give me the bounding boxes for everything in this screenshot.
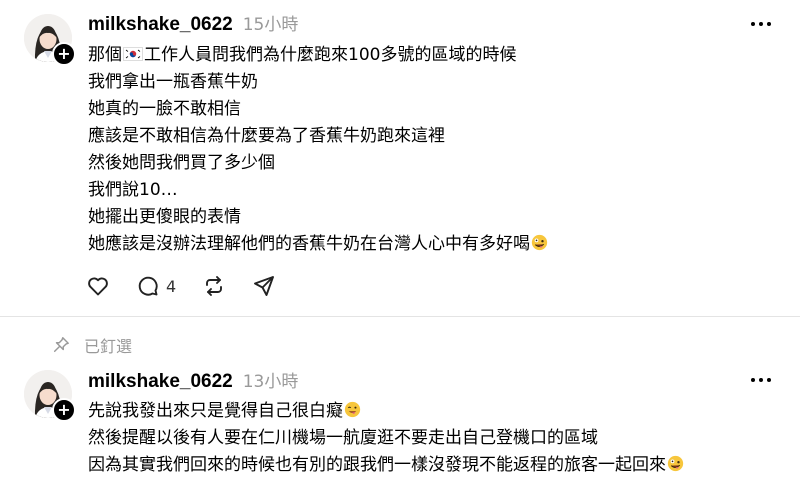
more-icon[interactable] xyxy=(746,370,776,390)
more-icon[interactable] xyxy=(746,14,776,34)
post-line: 她真的一臉不敢相信 xyxy=(88,99,241,119)
like-button[interactable] xyxy=(86,274,110,298)
pin-icon xyxy=(53,337,69,353)
comment-icon xyxy=(138,276,158,296)
post-line: 先說我發出來只是覺得自己很白癡 xyxy=(88,398,788,425)
tongue-wink-emoji xyxy=(344,401,361,418)
pinned-indicator: 已釘選 xyxy=(52,333,132,357)
repost-icon xyxy=(206,276,223,296)
avatar-wrap: + xyxy=(24,370,76,422)
heart-icon xyxy=(88,277,108,296)
timestamp: 15小時 xyxy=(242,15,299,35)
comment-button[interactable]: 4 xyxy=(136,274,176,298)
pinned-label: 已釘選 xyxy=(84,337,133,356)
repost-button[interactable] xyxy=(202,274,226,298)
post-actions: 4 xyxy=(86,272,276,300)
kr-flag-icon xyxy=(123,47,143,61)
follow-plus-icon[interactable]: + xyxy=(52,398,76,422)
username[interactable]: milkshake_0622 xyxy=(88,14,233,36)
post-line: 我們說10… xyxy=(88,180,178,200)
post-body: 先說我發出來只是覺得自己很白癡 然後提醒以後有人要在仁川機場一航廈逛不要走出自己… xyxy=(88,398,788,479)
post-line: 應該是不敢相信為什麼要為了香蕉牛奶跑來這裡 xyxy=(88,126,445,146)
post-header: milkshake_0622 13小時 xyxy=(88,367,298,393)
reply-count: 4 xyxy=(166,276,177,296)
post-line: 她擺出更傻眼的表情 xyxy=(88,207,241,227)
post-header: milkshake_0622 15小時 xyxy=(88,10,298,36)
post-line: 因為其實我們回來的時候也有別的跟我們一樣沒發現不能返程的旅客一起回來 xyxy=(88,452,788,479)
post-line: 然後她問我們買了多少個 xyxy=(88,153,275,173)
post-body: 那個 工作人員問我們為什麼跑來100多號的區域的時候 我們拿出一瓶香蕉牛奶 她真的… xyxy=(88,42,788,258)
share-button[interactable] xyxy=(252,274,276,298)
zany-face-emoji xyxy=(667,455,684,472)
post-line: 她應該是沒辦法理解他們的香蕉牛奶在台灣人心中有多好喝 xyxy=(88,231,788,258)
post-line: 我們拿出一瓶香蕉牛奶 xyxy=(88,72,258,92)
avatar-wrap: + xyxy=(24,14,76,66)
share-icon xyxy=(254,276,275,296)
follow-plus-icon[interactable]: + xyxy=(52,42,76,66)
post-divider xyxy=(0,316,800,317)
username[interactable]: milkshake_0622 xyxy=(88,371,233,393)
post-line: 然後提醒以後有人要在仁川機場一航廈逛不要走出自己登機口的區域 xyxy=(88,428,598,448)
timestamp: 13小時 xyxy=(242,372,299,392)
zany-face-emoji xyxy=(531,234,548,251)
post-line: 那個 工作人員問我們為什麼跑來100多號的區域的時候 xyxy=(88,45,517,65)
